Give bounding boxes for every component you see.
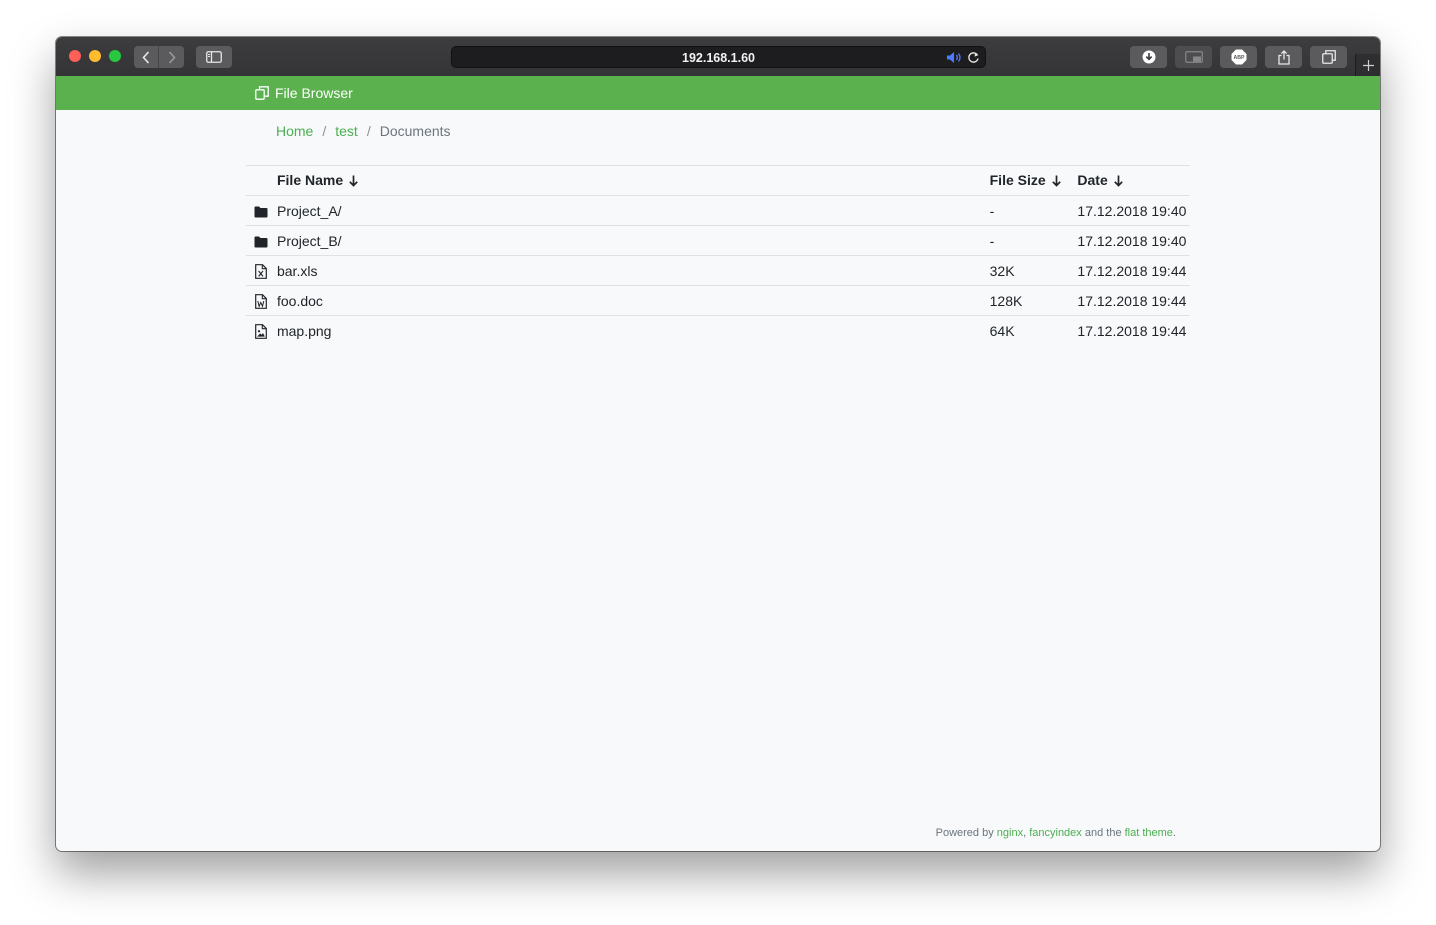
- chevron-right-icon: [168, 50, 176, 64]
- sidebar-icon: [206, 51, 222, 63]
- date-column-header[interactable]: Date: [1077, 165, 1190, 196]
- breadcrumb-current: Documents: [379, 123, 451, 139]
- address-bar-url: 192.168.1.60: [682, 51, 755, 65]
- history-nav-group: [134, 46, 184, 68]
- file-size-column-header[interactable]: File Size: [989, 165, 1078, 196]
- reload-icon[interactable]: [967, 51, 980, 64]
- breadcrumb-separator: /: [366, 123, 371, 139]
- svg-text:ABP: ABP: [1233, 55, 1244, 61]
- file-size-cell: -: [989, 195, 1078, 226]
- picture-in-picture-button[interactable]: [1175, 46, 1212, 68]
- close-window-button[interactable]: [69, 50, 81, 62]
- file-size-cell: 32K: [989, 255, 1078, 286]
- file-date-cell: 17.12.2018 19:44: [1077, 285, 1190, 316]
- share-icon: [1277, 49, 1290, 65]
- breadcrumb-separator: /: [322, 123, 327, 139]
- browser-window: 192.168.1.60 ABP File Browser Home/tes: [56, 37, 1380, 851]
- table-row[interactable]: Project_A/ - 17.12.2018 19:40: [246, 195, 1190, 226]
- row-icon-cell: [246, 195, 277, 226]
- file-name-header-label: File Name: [276, 171, 344, 188]
- file-name-link[interactable]: bar.xls: [276, 255, 990, 286]
- adblock-plus-button[interactable]: ABP: [1220, 46, 1257, 68]
- new-tab-button[interactable]: [1355, 54, 1380, 76]
- table-row[interactable]: foo.doc 128K 17.12.2018 19:44: [246, 285, 1190, 316]
- sidebar-toggle-button[interactable]: [196, 46, 232, 68]
- file-size-cell: -: [989, 225, 1078, 256]
- file-date-cell: 17.12.2018 19:40: [1077, 225, 1190, 256]
- zoom-window-button[interactable]: [109, 50, 121, 62]
- browser-toolbar: 192.168.1.60 ABP: [56, 37, 1380, 77]
- row-icon-cell: [246, 255, 277, 286]
- footer-period: .: [1172, 827, 1176, 839]
- footer-nginx-link[interactable]: nginx: [997, 827, 1023, 839]
- file-size-header-label: File Size: [989, 171, 1046, 188]
- speaker-icon[interactable]: [946, 51, 963, 64]
- downloads-button[interactable]: [1130, 46, 1167, 68]
- file-name-link[interactable]: map.png: [276, 315, 990, 346]
- table-header-row: File Name File Size Date: [246, 165, 1190, 196]
- file-name-link[interactable]: foo.doc: [276, 285, 990, 316]
- sort-down-arrow-icon[interactable]: [1051, 174, 1061, 190]
- icon-column-header: [246, 165, 277, 196]
- file-name-link[interactable]: Project_B/: [276, 225, 990, 256]
- brand-label: File Browser: [275, 85, 353, 101]
- adblock-plus-icon: ABP: [1231, 49, 1246, 65]
- file-date-cell: 17.12.2018 19:44: [1077, 255, 1190, 286]
- spreadsheet-file-icon: [255, 263, 268, 279]
- brand-link[interactable]: File Browser: [255, 85, 353, 101]
- file-date-cell: 17.12.2018 19:44: [1077, 315, 1190, 346]
- tab-overview-button[interactable]: [1310, 46, 1347, 68]
- date-header-label: Date: [1077, 171, 1108, 188]
- file-name-column-header[interactable]: File Name: [276, 165, 990, 196]
- folder-icon: [254, 206, 268, 218]
- breadcrumb: Home / test / Documents: [276, 123, 451, 139]
- back-button[interactable]: [134, 46, 159, 68]
- file-name-link[interactable]: Project_A/: [276, 195, 990, 226]
- picture-in-picture-icon: [1184, 51, 1203, 63]
- image-file-icon: [255, 324, 268, 340]
- footer-comma: ,: [1023, 827, 1027, 839]
- copy-files-icon: [255, 86, 269, 100]
- share-button[interactable]: [1265, 46, 1302, 68]
- folder-icon: [254, 236, 268, 248]
- forward-button[interactable]: [159, 46, 184, 68]
- breadcrumb-home-link[interactable]: Home: [276, 123, 313, 139]
- address-bar[interactable]: 192.168.1.60: [451, 46, 986, 68]
- breadcrumb-test-link[interactable]: test: [335, 123, 358, 139]
- file-list-table: File Name File Size Date Project_A/ - 17…: [246, 165, 1190, 346]
- table-row[interactable]: bar.xls 32K 17.12.2018 19:44: [246, 255, 1190, 286]
- footer-and-the: and the: [1084, 827, 1122, 839]
- tab-overview-icon: [1321, 50, 1336, 64]
- table-row[interactable]: Project_B/ - 17.12.2018 19:40: [246, 225, 1190, 256]
- chevron-left-icon: [142, 50, 150, 64]
- sort-down-arrow-icon[interactable]: [349, 174, 358, 190]
- download-icon: [1142, 50, 1155, 64]
- file-date-cell: 17.12.2018 19:40: [1077, 195, 1190, 226]
- table-row[interactable]: map.png 64K 17.12.2018 19:44: [246, 315, 1190, 346]
- row-icon-cell: [246, 315, 277, 346]
- file-size-cell: 128K: [989, 285, 1078, 316]
- minimize-window-button[interactable]: [89, 50, 101, 62]
- footer-fancyindex-link[interactable]: fancyindex: [1029, 827, 1082, 839]
- word-file-icon: [255, 293, 268, 309]
- footer-powered-by: Powered by: [935, 827, 994, 839]
- page-footer: Powered by nginx, fancyindex and the fla…: [936, 827, 1176, 839]
- plus-icon: [1363, 59, 1374, 71]
- file-size-cell: 64K: [989, 315, 1078, 346]
- row-icon-cell: [246, 225, 277, 256]
- top-navbar: File Browser: [56, 76, 1380, 110]
- sort-down-arrow-icon[interactable]: [1113, 174, 1123, 190]
- footer-flat-theme-link[interactable]: flat theme: [1125, 827, 1173, 839]
- row-icon-cell: [246, 285, 277, 316]
